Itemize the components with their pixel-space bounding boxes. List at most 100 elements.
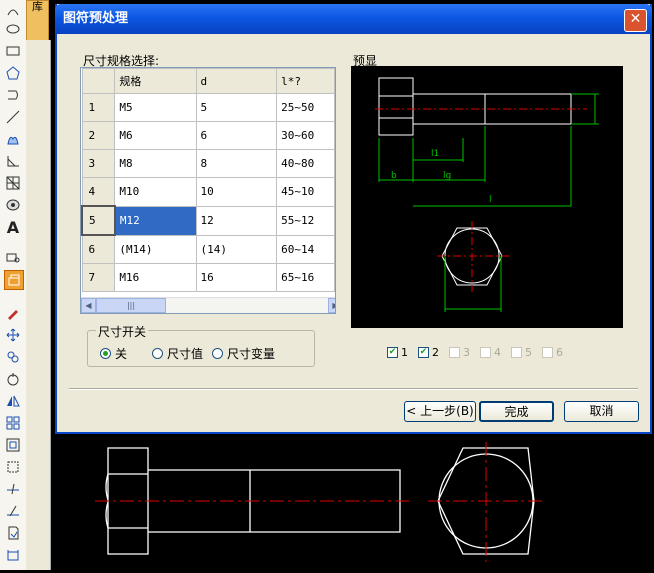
mirror-tool-icon[interactable] [4, 392, 22, 410]
table-row[interactable]: 6 (M14) (14) 60~14 [81, 234, 335, 264]
cell-d[interactable]: (14) [195, 234, 278, 264]
table-row[interactable]: 3 M8 8 40~80 [81, 149, 335, 178]
check-4-box [480, 347, 491, 358]
fill-tool-icon[interactable] [4, 196, 22, 214]
library-tool-icon[interactable] [4, 270, 24, 290]
rotate-tool-icon[interactable] [4, 370, 22, 388]
view-check-5: 5 [511, 346, 532, 359]
grid-header-l[interactable]: l*? [276, 68, 335, 94]
row-number[interactable]: 3 [81, 149, 116, 178]
check-1-label: 1 [401, 346, 408, 359]
cell-d[interactable]: 12 [195, 205, 278, 236]
radio-size-value[interactable]: 尺寸值 [152, 345, 203, 362]
radio-off[interactable]: 关 [100, 345, 127, 362]
grid-hatch-icon[interactable] [4, 174, 22, 192]
grid-horizontal-scrollbar[interactable]: ◀ ||| ▶ [81, 297, 335, 313]
table-row[interactable]: 2 M6 6 30~60 [81, 121, 335, 150]
pen-tool-icon[interactable] [4, 304, 22, 322]
grid-header-spec[interactable]: 规格 [114, 68, 197, 94]
grid-header-d[interactable]: d [195, 68, 278, 94]
cell-d[interactable]: 5 [195, 93, 278, 122]
extend-tool-icon[interactable] [4, 480, 22, 498]
radio-size-value-dot[interactable] [152, 348, 163, 359]
horizontal-scroll-thumb[interactable]: ||| [96, 298, 166, 313]
check-3-label: 3 [463, 346, 470, 359]
dialog-titlebar[interactable]: 图符预处理 ✕ [55, 4, 652, 34]
move-tool-icon[interactable] [4, 326, 22, 344]
hatch-tool-icon[interactable] [4, 130, 22, 148]
line-tool-icon[interactable] [4, 108, 22, 126]
copy-tool-icon[interactable] [4, 348, 22, 366]
row-number[interactable]: 7 [81, 263, 116, 292]
cell-l[interactable]: 40~80 [276, 149, 335, 178]
cell-l[interactable]: 30~60 [276, 121, 335, 150]
ellipse-tool-icon[interactable] [4, 20, 22, 38]
check-2-label: 2 [432, 346, 439, 359]
break-tool-icon[interactable] [4, 502, 22, 520]
row-number[interactable]: 5 [81, 205, 116, 236]
row-number[interactable]: 4 [81, 177, 116, 207]
cell-l[interactable]: 55~12 [276, 205, 335, 236]
radio-off-dot[interactable] [100, 348, 111, 359]
table-row[interactable]: 1 M5 5 25~50 [81, 93, 335, 122]
cell-spec[interactable]: M5 [114, 93, 197, 122]
cell-l[interactable]: 60~14 [276, 234, 335, 264]
size-spec-grid[interactable]: 规格 d l*? 1 M5 5 25~50 2 M6 6 30~60 3 M8 … [80, 67, 336, 314]
table-row-selected[interactable]: 5 M12 12 55~12 [81, 205, 335, 236]
table-row[interactable]: 7 M16 16 65~16 [81, 263, 335, 292]
side-panel-strip [26, 40, 51, 570]
array-tool-icon[interactable] [4, 414, 22, 432]
back-button[interactable]: < 上一步(B) [404, 401, 476, 422]
angle-tool-icon[interactable] [4, 152, 22, 170]
radio-size-variable[interactable]: 尺寸变量 [212, 345, 275, 362]
stretch-tool-icon[interactable] [4, 546, 22, 564]
check-2-box[interactable]: ✔ [418, 347, 429, 358]
scale-tool-icon[interactable] [4, 436, 22, 454]
rectangle-tool-icon[interactable] [4, 42, 22, 60]
row-number[interactable]: 2 [81, 121, 116, 150]
cell-l[interactable]: 25~50 [276, 93, 335, 122]
radio-size-value-label: 尺寸值 [167, 347, 204, 361]
cell-spec[interactable]: M10 [114, 177, 197, 207]
check-1-box[interactable]: ✔ [387, 347, 398, 358]
view-check-3: 3 [449, 346, 470, 359]
view-check-2[interactable]: ✔ 2 [418, 346, 439, 359]
view-check-6: 6 [542, 346, 563, 359]
row-number[interactable]: 6 [81, 234, 116, 264]
cell-spec[interactable]: (M14) [114, 234, 197, 264]
check-5-label: 5 [525, 346, 532, 359]
view-check-1[interactable]: ✔ 1 [387, 346, 408, 359]
cell-d[interactable]: 8 [195, 149, 278, 178]
text-tool-icon[interactable]: A [4, 218, 22, 237]
cad-drawing-area[interactable] [50, 434, 654, 570]
polyline-tool-icon[interactable] [4, 86, 22, 104]
trim-tool-icon[interactable] [4, 458, 22, 476]
cell-spec[interactable]: M16 [114, 263, 197, 292]
cell-d[interactable]: 6 [195, 121, 278, 150]
cell-l[interactable]: 65~16 [276, 263, 335, 292]
dim-lg: lg [443, 171, 451, 181]
cell-spec[interactable]: M6 [114, 121, 197, 150]
check-6-box [542, 347, 553, 358]
table-row[interactable]: 4 M10 10 45~10 [81, 177, 335, 207]
scroll-right-icon[interactable]: ▶ [328, 298, 335, 313]
close-icon: ✕ [629, 11, 642, 27]
cell-l[interactable]: 45~10 [276, 177, 335, 207]
cell-spec[interactable]: M8 [114, 149, 197, 178]
view-check-4: 4 [480, 346, 501, 359]
close-button[interactable]: ✕ [624, 9, 647, 32]
block-tool-icon[interactable] [4, 248, 22, 266]
library-side-tab[interactable]: 库 [26, 0, 49, 42]
cell-spec-selected[interactable]: M12 [114, 205, 197, 236]
radio-size-variable-dot[interactable] [212, 348, 223, 359]
finish-button[interactable]: 完成 [479, 401, 554, 422]
arc-tool-icon[interactable] [4, 2, 22, 20]
row-number[interactable]: 1 [81, 93, 116, 122]
cancel-button[interactable]: 取消 [564, 401, 639, 422]
cell-d[interactable]: 16 [195, 263, 278, 292]
bolt-preview-drawing: l1 b lg l [375, 77, 599, 312]
scroll-left-icon[interactable]: ◀ [81, 298, 96, 313]
explode-tool-icon[interactable] [4, 524, 22, 542]
polygon-tool-icon[interactable] [4, 64, 22, 82]
cell-d[interactable]: 10 [195, 177, 278, 207]
